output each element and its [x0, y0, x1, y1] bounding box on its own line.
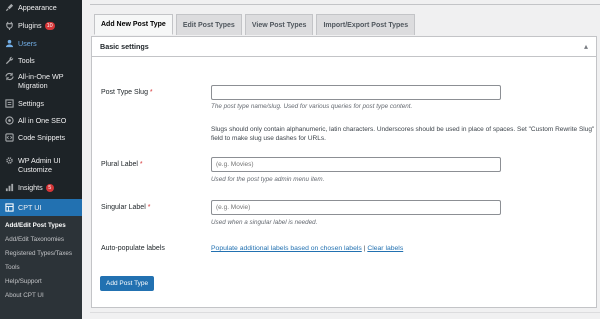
settings-icon — [0, 99, 18, 108]
top-notice-edge — [90, 0, 600, 5]
menu-all-in-one-wp-migration[interactable]: All-in-One WP Migration — [0, 72, 82, 90]
post-type-slug-note: Slugs should only contain alphanumeric, … — [211, 126, 595, 142]
admin-sidebar: Appearance Plugins 10 Users Tools All-in-… — [0, 0, 82, 319]
tab-edit-post-types[interactable]: Edit Post Types — [175, 14, 242, 35]
submenu-about-cpt-ui[interactable]: About CPT UI — [5, 292, 44, 299]
auto-populate-labels-label: Auto-populate labels — [101, 245, 165, 252]
singular-label-text: Singular Label — [101, 204, 146, 211]
menu-code-snippets[interactable]: Code Snippets — [0, 133, 82, 142]
required-mark: * — [149, 89, 153, 96]
plugins-update-badge: 10 — [44, 22, 55, 30]
menu-users[interactable]: Users — [0, 39, 82, 48]
post-type-slug-help: The post type name/slug. Used for variou… — [211, 103, 413, 110]
post-type-tabs: Add New Post Type Edit Post Types View P… — [94, 14, 418, 35]
plural-label-text: Plural Label — [101, 161, 138, 168]
menu-wp-admin-ui-customize[interactable]: WP Admin UI Customize — [0, 156, 82, 174]
insights-badge: 5 — [45, 184, 54, 192]
paintbrush-icon — [0, 3, 18, 12]
plural-label-help: Used for the post type admin menu item. — [211, 176, 325, 183]
post-type-slug-input[interactable] — [211, 85, 501, 100]
singular-label-input[interactable] — [211, 200, 501, 215]
menu-tools[interactable]: Tools — [0, 56, 82, 65]
singular-label-help: Used when a singular label is needed. — [211, 219, 318, 226]
submenu-help-support[interactable]: Help/Support — [5, 278, 42, 285]
required-mark: * — [139, 161, 143, 168]
wrench-icon — [0, 56, 18, 65]
singular-label-label: Singular Label * — [101, 204, 150, 211]
menu-insights-label: Insights — [18, 183, 43, 192]
menu-cpt-ui[interactable]: CPT UI — [0, 199, 82, 216]
menu-settings[interactable]: Settings — [0, 99, 82, 108]
menu-plugins-label: Plugins — [18, 21, 42, 30]
cpt-ui-icon — [0, 203, 18, 212]
submenu-registered-types-taxes[interactable]: Registered Types/Taxes — [5, 250, 72, 257]
code-snippets-icon — [0, 133, 18, 142]
gear-icon — [0, 156, 18, 165]
panel-header[interactable]: Basic settings ▴ — [92, 37, 596, 57]
menu-appearance[interactable]: Appearance — [0, 3, 82, 12]
plug-icon — [0, 21, 18, 30]
tab-add-new-post-type[interactable]: Add New Post Type — [94, 14, 173, 35]
post-type-slug-label-text: Post Type Slug — [101, 89, 148, 96]
plural-label-label: Plural Label * — [101, 161, 143, 168]
panel-title: Basic settings — [100, 42, 149, 51]
basic-settings-panel: Basic settings ▴ Post Type Slug * The po… — [91, 36, 597, 308]
insights-icon — [0, 183, 18, 192]
plural-label-input[interactable] — [211, 157, 501, 172]
users-icon — [0, 39, 18, 48]
menu-all-in-one-seo[interactable]: All in One SEO — [0, 116, 82, 125]
migration-icon — [0, 72, 18, 81]
post-type-slug-label: Post Type Slug * — [101, 89, 153, 96]
required-mark: * — [147, 204, 151, 211]
submenu-add-edit-post-types[interactable]: Add/Edit Post Types — [5, 222, 66, 229]
seo-icon — [0, 116, 18, 125]
submenu-tools[interactable]: Tools — [5, 264, 20, 271]
menu-insights[interactable]: Insights 5 — [0, 183, 82, 192]
submenu-add-edit-taxonomies[interactable]: Add/Edit Taxonomies — [5, 236, 64, 243]
clear-labels-link[interactable]: Clear labels — [367, 245, 403, 252]
auto-populate-links: Populate additional labels based on chos… — [211, 245, 403, 252]
footer-divider — [90, 312, 600, 313]
cpt-ui-submenu: Add/Edit Post Types Add/Edit Taxonomies … — [0, 216, 82, 319]
menu-plugins[interactable]: Plugins 10 — [0, 21, 82, 30]
tab-view-post-types[interactable]: View Post Types — [244, 14, 314, 35]
tab-import-export-post-types[interactable]: Import/Export Post Types — [316, 14, 416, 35]
collapse-toggle-icon[interactable]: ▴ — [584, 42, 588, 51]
link-separator: | — [363, 245, 366, 252]
add-post-type-button[interactable]: Add Post Type — [100, 276, 155, 291]
populate-labels-link[interactable]: Populate additional labels based on chos… — [211, 245, 362, 252]
